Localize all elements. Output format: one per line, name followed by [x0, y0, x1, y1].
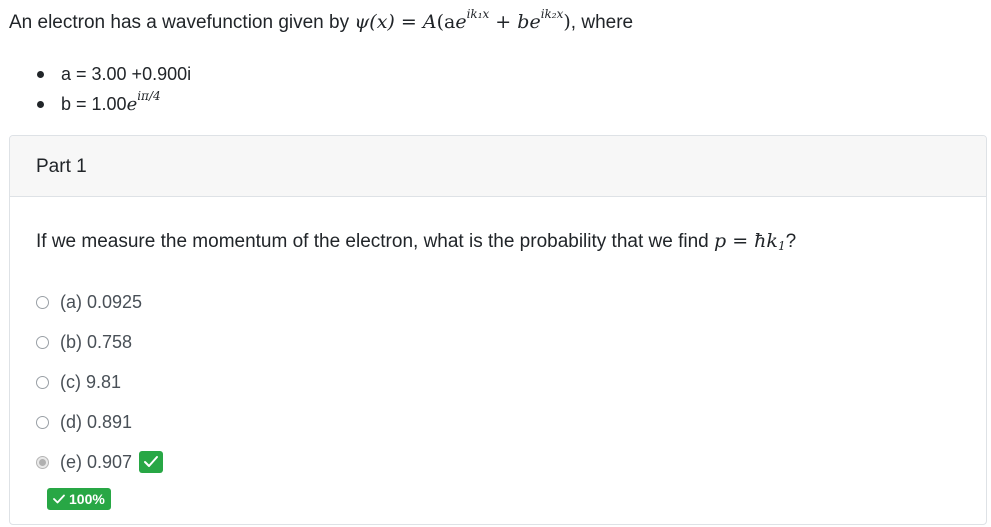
- question-math-text: p = ħk: [714, 230, 778, 252]
- option-b-label: (b) 0.758: [60, 331, 133, 352]
- equation-plus: + b: [489, 11, 530, 33]
- parameter-list: a = 3.00 +0.900i b = 1.00eiπ/4: [9, 59, 984, 119]
- score-badge: 100%: [47, 488, 111, 510]
- intro-prefix: An electron has a wavefunction given by: [9, 12, 355, 33]
- problem-statement: An electron has a wavefunction given by …: [9, 8, 984, 119]
- radio-button-e-selected[interactable]: [36, 455, 49, 469]
- equation-open: (a: [436, 11, 456, 33]
- equation-e2: e: [529, 11, 541, 33]
- option-b[interactable]: (b) 0.758: [36, 322, 986, 362]
- question-prefix: If we measure the momentum of the electr…: [36, 231, 715, 252]
- option-d[interactable]: (d) 0.891: [36, 402, 986, 442]
- equation-A: A: [422, 11, 437, 33]
- score-value: 100%: [69, 491, 105, 507]
- radio-button-c[interactable]: [36, 375, 49, 389]
- part-header: Part 1: [10, 136, 986, 197]
- problem-intro: An electron has a wavefunction given by …: [9, 8, 984, 37]
- option-c[interactable]: (c) 9.81: [36, 362, 986, 402]
- question-math: p = ħk1: [714, 230, 786, 252]
- check-icon: [53, 494, 65, 504]
- parameter-b-e: e: [126, 94, 138, 115]
- question-text: If we measure the momentum of the electr…: [36, 227, 986, 256]
- bullet-icon: [37, 101, 44, 108]
- option-d-label: (d) 0.891: [60, 411, 133, 432]
- option-e-label: (e) 0.907: [60, 451, 133, 472]
- radio-button-b[interactable]: [36, 335, 49, 349]
- option-a-label: (a) 0.0925: [60, 291, 143, 312]
- question-math-subscript: 1: [777, 239, 786, 253]
- equation-e1: e: [455, 11, 467, 33]
- equation-lhs: ψ(x) =: [354, 11, 423, 33]
- parameter-b-exp: eiπ/4: [126, 90, 161, 115]
- equation-exp1: ik₁x: [466, 7, 490, 21]
- parameter-b: b = 1.00eiπ/4: [9, 89, 984, 119]
- check-icon: [144, 456, 159, 467]
- wavefunction-equation: ψ(x) = A(aeik₁x + beik₂x): [354, 8, 571, 33]
- answer-options: (a) 0.0925 (b) 0.758 (c) 9.81 (d) 0.891 …: [36, 282, 986, 482]
- option-c-label: (c) 9.81: [60, 371, 122, 392]
- parameter-a: a = 3.00 +0.900i: [9, 59, 984, 89]
- equation-close: ): [563, 11, 571, 33]
- option-e[interactable]: (e) 0.907: [36, 442, 986, 482]
- option-a[interactable]: (a) 0.0925: [36, 282, 986, 322]
- question-card: Part 1 If we measure the momentum of the…: [9, 135, 987, 525]
- parameter-b-superscript: iπ/4: [137, 89, 161, 103]
- intro-suffix: , where: [570, 12, 634, 33]
- part-title: Part 1: [36, 156, 87, 177]
- parameter-b-text: b = 1.00: [61, 94, 127, 114]
- equation-exp2: ik₂x: [540, 7, 564, 21]
- bullet-icon: [37, 71, 44, 78]
- radio-button-d[interactable]: [36, 415, 49, 429]
- question-suffix: ?: [785, 231, 797, 252]
- correct-badge: [139, 451, 164, 473]
- question-body: If we measure the momentum of the electr…: [10, 227, 986, 510]
- parameter-a-text: a = 3.00 +0.900i: [61, 64, 192, 84]
- radio-button-a[interactable]: [36, 295, 49, 309]
